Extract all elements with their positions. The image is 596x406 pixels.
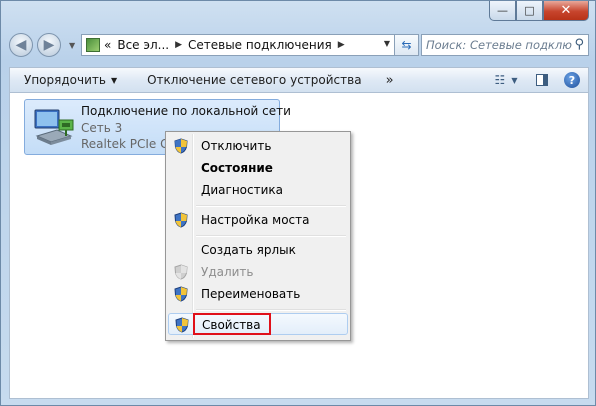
forward-button[interactable]: ▶ [37, 33, 61, 57]
menu-item-bridge-settings[interactable]: Настройка моста [168, 209, 348, 231]
search-icon[interactable]: ⚲ [574, 37, 584, 52]
address-bar[interactable]: « Все эл... ▶ Сетевые подключения ▶ ▼ [81, 34, 395, 56]
breadcrumb-separator-icon[interactable]: ▶ [338, 40, 345, 50]
view-options-button[interactable]: ☷ ▼ [494, 71, 518, 89]
disconnect-device-button[interactable]: Отключение сетевого устройства [131, 73, 375, 87]
command-bar: Упорядочить ▼ Отключение сетевого устрой… [9, 67, 589, 93]
back-arrow-icon: ◀ [15, 37, 27, 53]
menu-item-rename[interactable]: Переименовать [168, 283, 348, 305]
menu-item-create-shortcut[interactable]: Создать ярлык [168, 239, 348, 261]
uac-shield-icon [174, 286, 188, 302]
preview-pane-icon [536, 74, 548, 86]
menu-item-diagnostics[interactable]: Диагностика [168, 179, 348, 201]
explorer-window: — □ ✕ ◀ ▶ ▼ « Все эл... ▶ Сетевые подклю… [0, 0, 596, 406]
back-button[interactable]: ◀ [9, 33, 33, 57]
uac-shield-icon [174, 212, 188, 228]
menu-separator [196, 235, 346, 237]
view-list-icon: ☷ [494, 73, 506, 87]
breadcrumb-separator-icon[interactable]: ▶ [175, 40, 182, 50]
chevron-down-icon: ▼ [110, 75, 118, 85]
menu-item-disable[interactable]: Отключить [168, 135, 348, 157]
menu-item-label: Создать ярлык [201, 243, 296, 257]
navigation-bar: ◀ ▶ ▼ « Все эл... ▶ Сетевые подключения … [9, 31, 589, 61]
network-adapter-icon [34, 109, 74, 145]
menu-item-label: Диагностика [201, 183, 284, 197]
highlight-annotation-box [193, 313, 271, 335]
connection-network: Сеть 3 [81, 121, 123, 135]
preview-pane-button[interactable] [532, 71, 552, 89]
menu-separator [196, 205, 346, 207]
minimize-button[interactable]: — [489, 1, 516, 21]
window-controls: — □ ✕ [489, 1, 589, 21]
more-commands-button[interactable]: » [376, 73, 408, 88]
organize-button[interactable]: Упорядочить ▼ [10, 73, 131, 87]
context-menu: Отключить Состояние Диагностика Настройк… [165, 131, 351, 341]
organize-label: Упорядочить [24, 73, 106, 87]
uac-shield-icon [175, 317, 189, 333]
search-input[interactable] [426, 36, 572, 54]
menu-item-delete: Удалить [168, 261, 348, 283]
network-folder-icon [86, 38, 100, 52]
maximize-button[interactable]: □ [516, 1, 543, 21]
menu-item-label: Состояние [201, 161, 273, 175]
close-button[interactable]: ✕ [543, 1, 589, 21]
connection-title: Подключение по локальной сети [81, 104, 291, 118]
disconnect-device-label: Отключение сетевого устройства [147, 73, 362, 87]
refresh-icon: ⇆ [401, 38, 412, 52]
breadcrumb: « Все эл... ▶ Сетевые подключения ▶ [104, 38, 351, 52]
forward-arrow-icon: ▶ [43, 37, 55, 53]
menu-item-label: Переименовать [201, 287, 301, 301]
recent-pages-dropdown-icon[interactable]: ▼ [69, 41, 75, 50]
menu-item-label: Удалить [201, 265, 254, 279]
breadcrumb-item-all-items[interactable]: Все эл... [117, 38, 169, 52]
menu-item-label: Настройка моста [201, 213, 310, 227]
breadcrumb-item-network-connections[interactable]: Сетевые подключения [188, 38, 332, 52]
search-box[interactable]: ⚲ [421, 34, 589, 56]
chevron-down-icon: ▼ [511, 75, 518, 85]
help-button[interactable]: ? [562, 71, 582, 89]
address-dropdown-icon[interactable]: ▼ [384, 39, 390, 48]
uac-shield-icon [174, 138, 188, 154]
refresh-button[interactable]: ⇆ [395, 34, 419, 56]
menu-item-status[interactable]: Состояние [168, 157, 348, 179]
menu-separator [196, 309, 346, 311]
menu-item-properties[interactable]: Свойства [168, 313, 348, 335]
uac-shield-disabled-icon [174, 264, 188, 280]
breadcrumb-overflow[interactable]: « [104, 38, 111, 52]
help-icon: ? [564, 72, 580, 88]
toolbar-right-group: ☷ ▼ ? [488, 71, 582, 89]
menu-item-label: Отключить [201, 139, 272, 153]
